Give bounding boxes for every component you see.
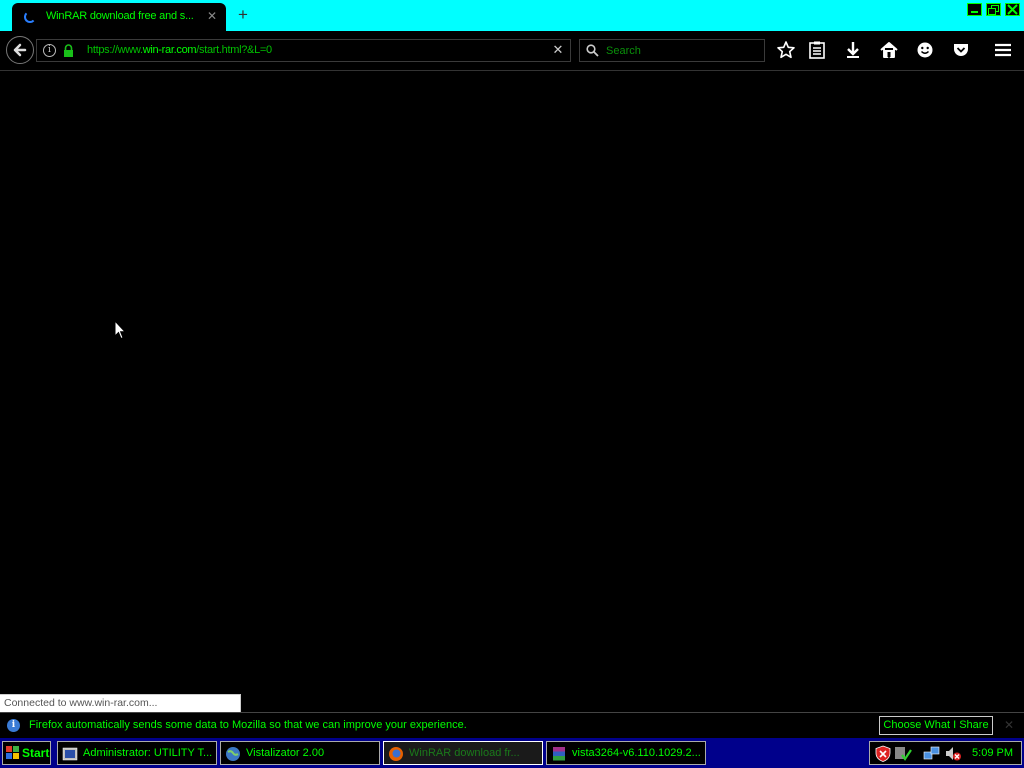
window-close-button[interactable] (1005, 3, 1020, 16)
update-icon[interactable] (894, 745, 912, 762)
back-arrow-icon (13, 43, 27, 57)
home-icon[interactable] (879, 40, 899, 60)
new-tab-button[interactable]: + (234, 6, 252, 24)
winrar-icon (553, 747, 565, 761)
back-button[interactable] (6, 36, 34, 64)
globe-icon (226, 747, 240, 761)
site-info-icon[interactable]: i (43, 44, 56, 57)
tab-strip: WinRAR download free and s... ✕ + (0, 0, 1024, 31)
url-bar[interactable]: i https://www.win-rar.com/start.html?&L=… (36, 39, 571, 62)
url-path: /start.html?&L=0 (196, 44, 272, 56)
taskbar-item-firefox[interactable]: WinRAR download fr... (383, 741, 543, 765)
mouse-pointer-icon (114, 320, 126, 340)
hamburger-menu-icon[interactable] (993, 40, 1013, 60)
firefox-icon (389, 747, 403, 761)
notification-bar: i Firefox automatically sends some data … (0, 712, 1024, 738)
url-prefix: https://www. (87, 44, 143, 56)
notification-text: Firefox automatically sends some data to… (29, 719, 467, 731)
search-bar[interactable] (579, 39, 765, 62)
url-clear-icon[interactable]: ✕ (551, 43, 565, 57)
security-shield-icon[interactable] (875, 745, 891, 762)
start-label: Start (22, 746, 50, 760)
window-restore-button[interactable] (986, 3, 1001, 16)
windows-logo-icon (6, 746, 19, 759)
console-icon (62, 747, 78, 761)
tab-title: WinRAR download free and s... (46, 10, 194, 22)
taskbar-item-label: Vistalizator 2.00 (246, 747, 325, 759)
clock[interactable]: 5:09 PM (972, 747, 1013, 759)
taskbar-item-label: Administrator: UTILITY T... (83, 747, 213, 759)
pocket-icon[interactable] (951, 40, 971, 60)
navigation-toolbar: i https://www.win-rar.com/start.html?&L=… (0, 31, 1024, 71)
taskbar-item-admin-console[interactable]: Administrator: UTILITY T... (57, 741, 217, 765)
notification-close-icon[interactable]: ✕ (1002, 718, 1016, 732)
taskbar-item-label: WinRAR download fr... (409, 747, 520, 759)
status-panel: Connected to www.win-rar.com... (0, 694, 241, 712)
lock-icon[interactable] (63, 44, 74, 57)
volume-muted-icon[interactable] (944, 745, 962, 762)
system-tray: 5:09 PM (869, 741, 1022, 765)
page-content[interactable] (0, 71, 1024, 712)
taskbar: Start Administrator: UTILITY T... Vistal… (0, 738, 1024, 768)
loading-spinner-icon (24, 11, 36, 23)
choose-what-i-share-button[interactable]: Choose What I Share (879, 716, 993, 735)
smiley-icon[interactable] (915, 40, 935, 60)
taskbar-item-winrar[interactable]: vista3264-v6.110.1029.2... (546, 741, 706, 765)
search-input[interactable] (606, 43, 756, 58)
window-minimize-button[interactable] (967, 3, 982, 16)
start-button[interactable]: Start (2, 741, 51, 765)
taskbar-item-vistalizator[interactable]: Vistalizator 2.00 (220, 741, 380, 765)
url-text[interactable]: https://www.win-rar.com/start.html?&L=0 (87, 44, 272, 56)
url-domain: win-rar.com (142, 44, 197, 56)
info-icon: i (7, 719, 20, 732)
browser-tab[interactable]: WinRAR download free and s... ✕ (12, 3, 226, 31)
tab-close-icon[interactable]: ✕ (205, 9, 219, 23)
close-icon (1007, 4, 1018, 15)
reader-view-icon[interactable] (807, 40, 827, 60)
bookmark-star-icon[interactable] (776, 40, 796, 60)
search-icon (586, 44, 599, 57)
taskbar-item-label: vista3264-v6.110.1029.2... (572, 747, 701, 759)
download-icon[interactable] (843, 40, 863, 60)
network-icon[interactable] (923, 745, 941, 762)
